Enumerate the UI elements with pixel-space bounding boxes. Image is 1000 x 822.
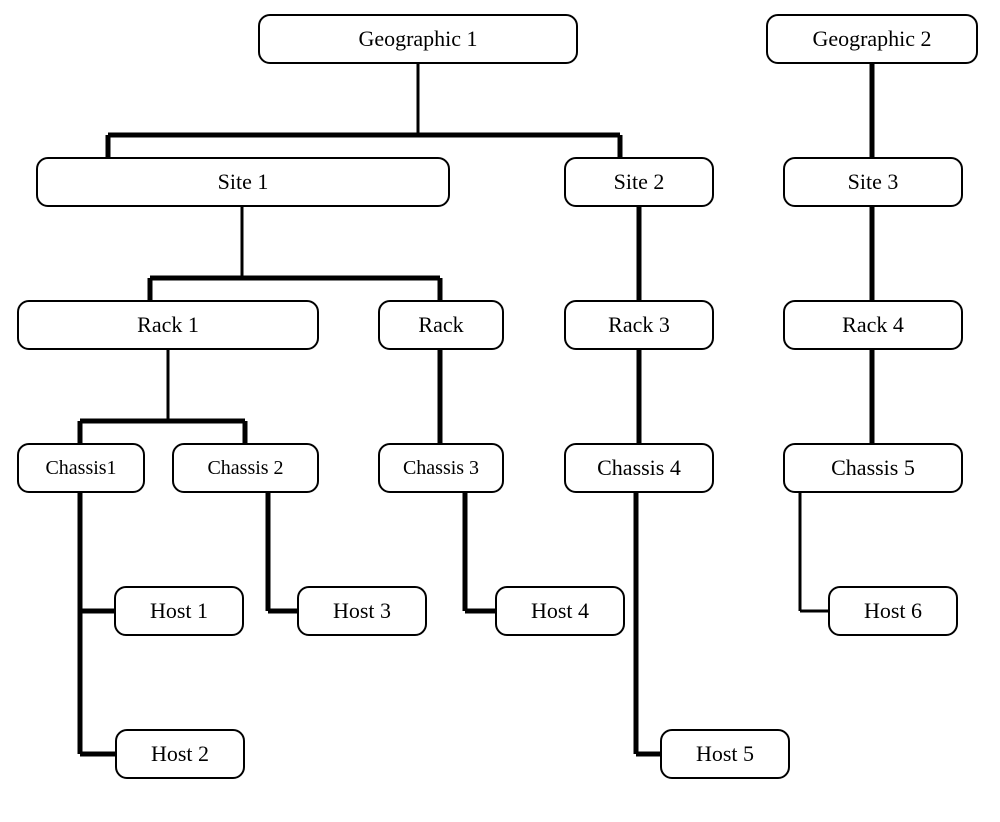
node-rack-2: Rack [378,300,504,350]
node-host-5: Host 5 [660,729,790,779]
tree-connectors [0,0,1000,822]
node-rack-4: Rack 4 [783,300,963,350]
node-site-1: Site 1 [36,157,450,207]
node-chassis-2: Chassis 2 [172,443,319,493]
node-geographic-1: Geographic 1 [258,14,578,64]
node-chassis-1: Chassis1 [17,443,145,493]
node-host-4: Host 4 [495,586,625,636]
node-chassis-3: Chassis 3 [378,443,504,493]
node-rack-3: Rack 3 [564,300,714,350]
node-site-3: Site 3 [783,157,963,207]
node-chassis-5: Chassis 5 [783,443,963,493]
node-rack-1: Rack 1 [17,300,319,350]
node-site-2: Site 2 [564,157,714,207]
node-geographic-2: Geographic 2 [766,14,978,64]
node-host-2: Host 2 [115,729,245,779]
node-host-6: Host 6 [828,586,958,636]
node-host-3: Host 3 [297,586,427,636]
node-host-1: Host 1 [114,586,244,636]
node-chassis-4: Chassis 4 [564,443,714,493]
